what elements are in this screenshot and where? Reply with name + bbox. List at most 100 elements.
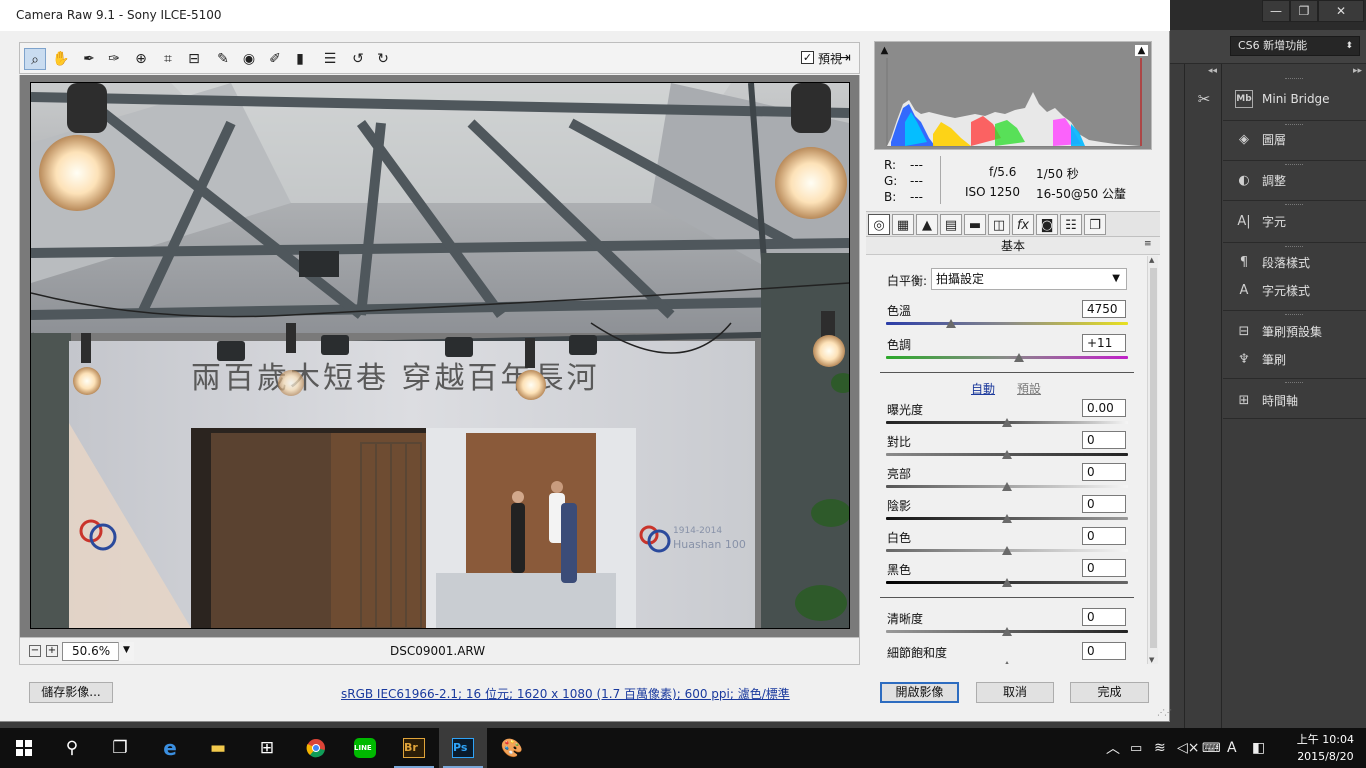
- graduated-filter-icon[interactable]: ▮: [289, 48, 311, 70]
- minimize-button[interactable]: —: [1262, 0, 1290, 22]
- zoom-icon[interactable]: ⌕: [24, 48, 46, 70]
- tab-presets-icon[interactable]: ☷: [1060, 214, 1082, 235]
- scroll-down-icon[interactable]: ▼: [1149, 656, 1154, 664]
- whites-thumb[interactable]: [1002, 546, 1012, 555]
- tab-hsl-icon[interactable]: ▤: [940, 214, 962, 235]
- resize-grip-icon[interactable]: ⋰⋰: [1157, 708, 1172, 717]
- panel-layers[interactable]: ◈ 圖層: [1235, 128, 1286, 150]
- zoom-out-button[interactable]: −: [29, 645, 41, 657]
- collapse-icon[interactable]: ◂◂: [1208, 66, 1217, 76]
- battery-icon[interactable]: ▭: [1130, 728, 1142, 768]
- panel-menu-icon[interactable]: ≡: [1144, 239, 1152, 249]
- line-icon[interactable]: LINE: [341, 728, 389, 768]
- panel-mini-bridge[interactable]: Mb Mini Bridge: [1235, 88, 1330, 110]
- red-eye-icon[interactable]: ◉: [238, 48, 260, 70]
- whites-field[interactable]: 0: [1082, 527, 1126, 545]
- tab-detail-icon[interactable]: ▲: [916, 214, 938, 235]
- search-icon[interactable]: ⚲: [48, 728, 96, 768]
- close-button[interactable]: ✕: [1318, 0, 1364, 22]
- tint-track[interactable]: [886, 356, 1128, 359]
- keyboard-icon[interactable]: ⌨: [1202, 728, 1221, 768]
- paint-icon[interactable]: 🎨: [488, 728, 536, 768]
- tab-basic-icon[interactable]: ◎: [868, 214, 890, 235]
- tint-thumb[interactable]: [1014, 353, 1025, 362]
- panel-adjustments[interactable]: ◐ 調整: [1235, 169, 1286, 191]
- temperature-thumb[interactable]: [946, 319, 957, 328]
- panel-character-styles[interactable]: A 字元樣式: [1235, 279, 1310, 301]
- collapse-icon[interactable]: ▸▸: [1353, 66, 1362, 76]
- settings-scrollbar[interactable]: ▲ ▼: [1147, 256, 1158, 664]
- vibrance-thumb[interactable]: [1002, 661, 1012, 664]
- clarity-thumb[interactable]: [1002, 627, 1012, 636]
- tab-fx-icon[interactable]: fx: [1012, 214, 1034, 235]
- clarity-field[interactable]: 0: [1082, 608, 1126, 626]
- panel-paragraph-styles[interactable]: ¶ 段落樣式: [1235, 251, 1310, 273]
- save-image-button[interactable]: 儲存影像...: [29, 682, 113, 703]
- preview-checkbox[interactable]: ✓: [801, 51, 814, 64]
- clock[interactable]: 上午 10:04 2015/8/20: [1297, 731, 1354, 765]
- blacks-thumb[interactable]: [1002, 578, 1012, 587]
- temperature-field[interactable]: 4750: [1082, 300, 1126, 318]
- highlights-field[interactable]: 0: [1082, 463, 1126, 481]
- rotate-ccw-icon[interactable]: ↺: [347, 48, 369, 70]
- exposure-thumb[interactable]: [1002, 418, 1012, 427]
- crop-icon[interactable]: ⌗: [157, 48, 179, 70]
- zoom-in-button[interactable]: +: [46, 645, 58, 657]
- tab-snapshots-icon[interactable]: ❐: [1084, 214, 1106, 235]
- task-view-icon[interactable]: ❐: [96, 728, 144, 768]
- workflow-options-link[interactable]: sRGB IEC61966-2.1; 16 位元; 1620 x 1080 (1…: [341, 685, 790, 702]
- preview-canvas[interactable]: 兩百歲木短巷 穿越百年長河 1914-2014 Huashan 100: [19, 75, 860, 638]
- tab-tone-curve-icon[interactable]: ▦: [892, 214, 914, 235]
- straighten-icon[interactable]: ⊟: [183, 48, 205, 70]
- chrome-icon[interactable]: [292, 728, 340, 768]
- photoshop-icon[interactable]: Ps: [439, 728, 487, 768]
- ime-indicator[interactable]: A: [1227, 728, 1237, 768]
- start-icon[interactable]: [0, 728, 48, 768]
- tools-icon[interactable]: ✂: [1193, 88, 1215, 110]
- preferences-icon[interactable]: ☰: [319, 48, 341, 70]
- color-sampler-icon[interactable]: ✑: [103, 48, 125, 70]
- bridge-icon[interactable]: Br: [390, 728, 438, 768]
- exposure-field[interactable]: 0.00: [1082, 399, 1126, 417]
- edge-icon[interactable]: e: [146, 728, 194, 768]
- panel-character[interactable]: A| 字元: [1235, 210, 1286, 232]
- panel-timeline[interactable]: ⊞ 時間軸: [1235, 389, 1298, 411]
- rotate-cw-icon[interactable]: ↻: [372, 48, 394, 70]
- restore-button[interactable]: ❐: [1290, 0, 1318, 22]
- temperature-track[interactable]: [886, 322, 1128, 325]
- panel-brush-presets[interactable]: ⊟ 筆刷預設集: [1235, 320, 1322, 342]
- fullscreen-icon[interactable]: ⇥: [835, 48, 855, 68]
- volume-icon[interactable]: ◁×: [1177, 728, 1200, 768]
- tint-field[interactable]: +11: [1082, 334, 1126, 352]
- hand-icon[interactable]: ✋: [50, 48, 72, 70]
- adjustment-brush-icon[interactable]: ✐: [264, 48, 286, 70]
- store-icon[interactable]: ⊞: [243, 728, 291, 768]
- photo-preview[interactable]: 兩百歲木短巷 穿越百年長河 1914-2014 Huashan 100: [30, 82, 850, 629]
- white-balance-icon[interactable]: ✒: [78, 48, 100, 70]
- scroll-thumb[interactable]: [1150, 268, 1157, 648]
- vibrance-field[interactable]: 0: [1082, 642, 1126, 660]
- auto-link[interactable]: 自動: [971, 380, 995, 397]
- targeted-adjustment-icon[interactable]: ⊕: [130, 48, 152, 70]
- shadows-field[interactable]: 0: [1082, 495, 1126, 513]
- cancel-button[interactable]: 取消: [976, 682, 1054, 703]
- notifications-icon[interactable]: ◧: [1252, 728, 1265, 768]
- blacks-field[interactable]: 0: [1082, 559, 1126, 577]
- highlights-thumb[interactable]: [1002, 482, 1012, 491]
- panel-brush[interactable]: ♆ 筆刷: [1235, 348, 1286, 370]
- scroll-up-icon[interactable]: ▲: [1149, 256, 1154, 264]
- chevron-down-icon[interactable]: ▼: [118, 642, 134, 661]
- tab-split-toning-icon[interactable]: ▬: [964, 214, 986, 235]
- done-button[interactable]: 完成: [1070, 682, 1149, 703]
- tray-chevron-icon[interactable]: ︿: [1106, 728, 1120, 768]
- default-link[interactable]: 預設: [1017, 380, 1041, 397]
- white-balance-select[interactable]: 拍攝設定 ▼: [931, 268, 1127, 290]
- tab-camera-calibration-icon[interactable]: ◙: [1036, 214, 1058, 235]
- workspace-select[interactable]: CS6 新增功能 ⬍: [1230, 36, 1360, 56]
- wifi-icon[interactable]: ≋: [1154, 728, 1166, 768]
- file-explorer-icon[interactable]: ▬: [194, 728, 242, 768]
- contrast-thumb[interactable]: [1002, 450, 1012, 459]
- shadows-thumb[interactable]: [1002, 514, 1012, 523]
- spot-removal-icon[interactable]: ✎: [212, 48, 234, 70]
- open-image-button[interactable]: 開啟影像: [880, 682, 959, 703]
